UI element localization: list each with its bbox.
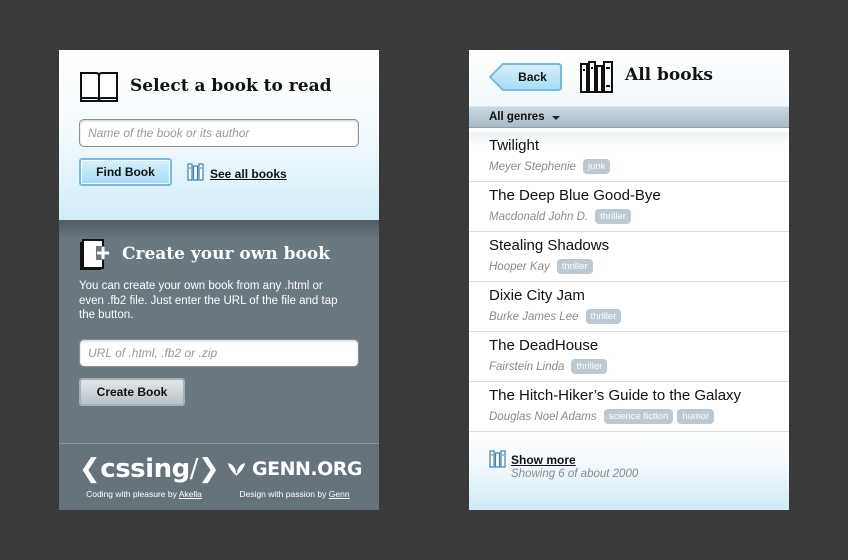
genn-brand: GENN.ORG Design with passion by Genn <box>227 454 362 499</box>
see-all-books-label: See all books <box>210 166 287 181</box>
genre-tag[interactable]: thriller <box>595 209 631 224</box>
create-book-description: You can create your own book from any .h… <box>79 280 338 321</box>
book-author: Douglas Noel Adams <box>489 410 597 423</box>
library-icon <box>489 450 506 468</box>
show-more-link[interactable]: Show more <box>489 450 576 468</box>
cssing-brand: ❮cssing/❯ Coding with pleasure by Akella <box>79 454 220 499</box>
book-title: Dixie City Jam <box>489 287 585 304</box>
library-icon <box>187 163 204 181</box>
book-title: The Hitch-Hiker’s Guide to the Galaxy <box>489 387 742 404</box>
genre-tag[interactable]: thriller <box>585 309 622 324</box>
genre-tag[interactable]: thriller <box>571 359 608 374</box>
book-title: The DeadHouse <box>489 337 599 354</box>
design-credit: Design with passion by Genn <box>239 489 350 499</box>
book-author: Meyer Stephenie <box>489 160 576 173</box>
list-item[interactable]: Dixie City Jam Burke James Lee thriller <box>469 282 789 332</box>
find-book-button[interactable]: Find Book <box>79 158 172 186</box>
back-button[interactable]: Back <box>489 63 562 91</box>
select-book-heading: Select a book to read <box>79 70 331 102</box>
book-url-input[interactable] <box>79 339 359 367</box>
open-book-icon <box>80 72 118 102</box>
list-item[interactable]: The Deep Blue Good-Bye Macdonald John D.… <box>469 182 789 232</box>
create-book-button[interactable]: Create Book <box>79 378 185 406</box>
footer: ❮cssing/❯ Coding with pleasure by Akella… <box>59 443 379 510</box>
create-book-heading: Create your own book <box>79 238 330 270</box>
list-item[interactable]: Stealing Shadows Hooper Kay thriller <box>469 232 789 282</box>
create-book-section: Create your own book You can create your… <box>59 220 379 443</box>
books-list-panel: Back All books All genres Twilight Meyer… <box>469 50 789 510</box>
genre-tag[interactable]: humor <box>677 409 715 424</box>
genre-tag[interactable]: science fiction <box>603 409 674 424</box>
book-title: The Deep Blue Good-Bye <box>489 187 661 204</box>
book-list: Twilight Meyer Stephenie junk The Deep Bl… <box>469 132 789 432</box>
select-book-section: Select a book to read Find Book See all … <box>59 50 379 220</box>
books-shelf-icon <box>580 61 613 93</box>
list-item[interactable]: Twilight Meyer Stephenie junk <box>469 132 789 182</box>
list-item[interactable]: The Hitch-Hiker’s Guide to the Galaxy Do… <box>469 382 789 432</box>
show-more-label: Show more <box>511 453 576 467</box>
genre-tag[interactable]: junk <box>582 159 611 174</box>
results-count: Showing 6 of about 2000 <box>511 468 639 480</box>
list-header: Back All books <box>469 50 789 106</box>
coding-credit: Coding with pleasure by Akella <box>86 489 202 499</box>
book-author: Hooper Kay <box>489 260 550 273</box>
genn-link[interactable]: Genn <box>329 489 350 499</box>
genn-logo: GENN.ORG <box>227 454 362 484</box>
genre-tag[interactable]: thriller <box>556 259 593 274</box>
all-books-title: All books <box>625 65 713 85</box>
list-item[interactable]: The DeadHouse Fairstein Linda thriller <box>469 332 789 382</box>
pagination-section: Show more Showing 6 of about 2000 <box>469 432 789 510</box>
see-all-books-link[interactable]: See all books <box>187 163 287 181</box>
page-title: Select a book to read <box>130 76 332 96</box>
new-book-icon <box>80 239 110 270</box>
book-title: Stealing Shadows <box>489 237 610 254</box>
create-book-title: Create your own book <box>122 244 330 264</box>
book-search-input[interactable] <box>79 119 359 147</box>
book-author: Burke James Lee <box>489 310 579 323</box>
genre-filter-label: All genres <box>489 111 545 123</box>
akella-link[interactable]: Akella <box>179 489 202 499</box>
genn-leaf-icon <box>227 463 246 476</box>
dropdown-caret-icon <box>551 115 560 120</box>
book-title: Twilight <box>489 137 540 154</box>
search-panel: Select a book to read Find Book See all … <box>59 50 379 510</box>
genre-filter-dropdown[interactable]: All genres <box>469 106 789 128</box>
cssing-logo: ❮cssing/❯ <box>79 454 220 484</box>
book-author: Macdonald John D. <box>489 210 589 223</box>
book-author: Fairstein Linda <box>489 360 565 373</box>
